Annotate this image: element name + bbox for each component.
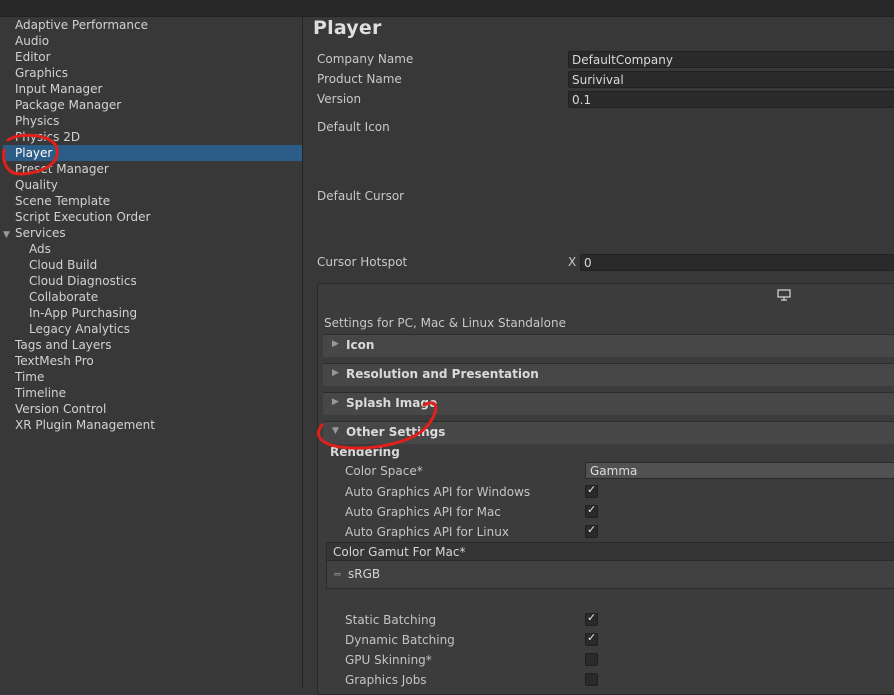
auto-graphics-api-linux-label: Auto Graphics API for Linux (345, 525, 509, 539)
platform-settings-box: Settings for PC, Mac & Linux Standalone … (317, 283, 894, 695)
sidebar-item-physics[interactable]: Physics (3, 113, 302, 129)
version-field[interactable]: 0.1 (568, 91, 894, 108)
rendering-header: Rendering (330, 445, 400, 459)
sidebar-item-time[interactable]: Time (3, 369, 302, 385)
sidebar-item-textmesh-pro[interactable]: TextMesh Pro (3, 353, 302, 369)
color-gamut-list-item[interactable]: ═ sRGB (326, 561, 894, 589)
sidebar-item-cloud-build[interactable]: Cloud Build (3, 257, 302, 273)
resolution-and-presentation-foldout[interactable]: ▶ Resolution and Presentation (323, 363, 894, 386)
color-gamut-list-header: Color Gamut For Mac* (326, 542, 894, 561)
foldout-label: Other Settings (346, 425, 446, 439)
sidebar-item-xr-plugin-management[interactable]: XR Plugin Management (3, 417, 302, 433)
version-label: Version (317, 92, 362, 106)
sidebar-item-physics-2d[interactable]: Physics 2D (3, 129, 302, 145)
sidebar-item-timeline[interactable]: Timeline (3, 385, 302, 401)
sidebar-item-collaborate[interactable]: Collaborate (3, 289, 302, 305)
auto-graphics-api-mac-checkbox[interactable] (585, 503, 598, 518)
graphics-jobs-checkbox[interactable] (585, 673, 598, 686)
expanded-arrow-icon: ▼ (332, 426, 339, 436)
product-name-field[interactable]: Surivival (568, 71, 894, 88)
static-batching-checkbox[interactable] (585, 611, 598, 626)
sidebar-item-label: Services (15, 226, 66, 240)
page-title: Player (313, 17, 382, 39)
cursor-hotspot-x-field[interactable]: 0 (580, 254, 894, 271)
sidebar-item-script-execution-order[interactable]: Script Execution Order (3, 209, 302, 225)
color-space-dropdown[interactable]: Gamma (585, 462, 894, 479)
sidebar-item-ads[interactable]: Ads (3, 241, 302, 257)
auto-graphics-api-windows-label: Auto Graphics API for Windows (345, 485, 531, 499)
window-top-bar (0, 0, 894, 17)
default-icon-label: Default Icon (317, 120, 390, 134)
collapsed-arrow-icon: ▶ (332, 368, 339, 378)
static-batching-label: Static Batching (345, 613, 437, 627)
gpu-skinning-label: GPU Skinning* (345, 653, 432, 667)
icon-foldout[interactable]: ▶ Icon (323, 334, 894, 357)
drag-handle-icon[interactable]: ═ (334, 568, 341, 581)
cursor-hotspot-label: Cursor Hotspot (317, 255, 408, 269)
sidebar-item-editor[interactable]: Editor (3, 49, 302, 65)
color-space-label: Color Space* (345, 464, 423, 478)
sidebar-item-legacy-analytics[interactable]: Legacy Analytics (3, 321, 302, 337)
product-name-label: Product Name (317, 72, 402, 86)
company-name-field[interactable]: DefaultCompany (568, 51, 894, 68)
cursor-hotspot-x-label: X (568, 255, 577, 269)
sidebar-item-adaptive-performance[interactable]: Adaptive Performance (3, 17, 302, 33)
sidebar-item-graphics[interactable]: Graphics (3, 65, 302, 81)
auto-graphics-api-mac-label: Auto Graphics API for Mac (345, 505, 501, 519)
graphics-jobs-label: Graphics Jobs (345, 673, 427, 687)
sidebar-item-in-app-purchasing[interactable]: In-App Purchasing (3, 305, 302, 321)
sidebar-item-input-manager[interactable]: Input Manager (3, 81, 302, 97)
sidebar-item-version-control[interactable]: Version Control (3, 401, 302, 417)
sidebar-item-preset-manager[interactable]: Preset Manager (3, 161, 302, 177)
sidebar-item-player[interactable]: Player (3, 145, 302, 161)
sidebar-item-services[interactable]: ▼ Services (3, 225, 302, 241)
dynamic-batching-label: Dynamic Batching (345, 633, 455, 647)
dynamic-batching-checkbox[interactable] (585, 631, 598, 646)
sidebar-item-package-manager[interactable]: Package Manager (3, 97, 302, 113)
project-settings-sidebar: Adaptive Performance Audio Editor Graphi… (3, 17, 303, 688)
gpu-skinning-checkbox[interactable] (585, 653, 598, 666)
default-cursor-label: Default Cursor (317, 189, 405, 203)
foldout-label: Resolution and Presentation (346, 367, 539, 381)
sidebar-item-cloud-diagnostics[interactable]: Cloud Diagnostics (3, 273, 302, 289)
color-gamut-value: sRGB (348, 567, 381, 581)
auto-graphics-api-windows-checkbox[interactable] (585, 483, 598, 498)
auto-graphics-api-linux-checkbox[interactable] (585, 523, 598, 538)
collapsed-arrow-icon: ▶ (332, 397, 339, 407)
platform-settings-label: Settings for PC, Mac & Linux Standalone (324, 316, 566, 330)
foldout-label: Icon (346, 338, 375, 352)
splash-image-foldout[interactable]: ▶ Splash Image (323, 392, 894, 415)
player-settings-panel: Player Company Name DefaultCompany Produ… (303, 17, 894, 695)
sidebar-item-audio[interactable]: Audio (3, 33, 302, 49)
sidebar-item-quality[interactable]: Quality (3, 177, 302, 193)
sidebar-item-scene-template[interactable]: Scene Template (3, 193, 302, 209)
other-settings-foldout[interactable]: ▼ Other Settings (323, 421, 894, 444)
collapsed-arrow-icon: ▶ (332, 339, 339, 349)
foldout-label: Splash Image (346, 396, 438, 410)
company-name-label: Company Name (317, 52, 414, 66)
sidebar-item-tags-and-layers[interactable]: Tags and Layers (3, 337, 302, 353)
monitor-icon[interactable] (777, 289, 791, 301)
